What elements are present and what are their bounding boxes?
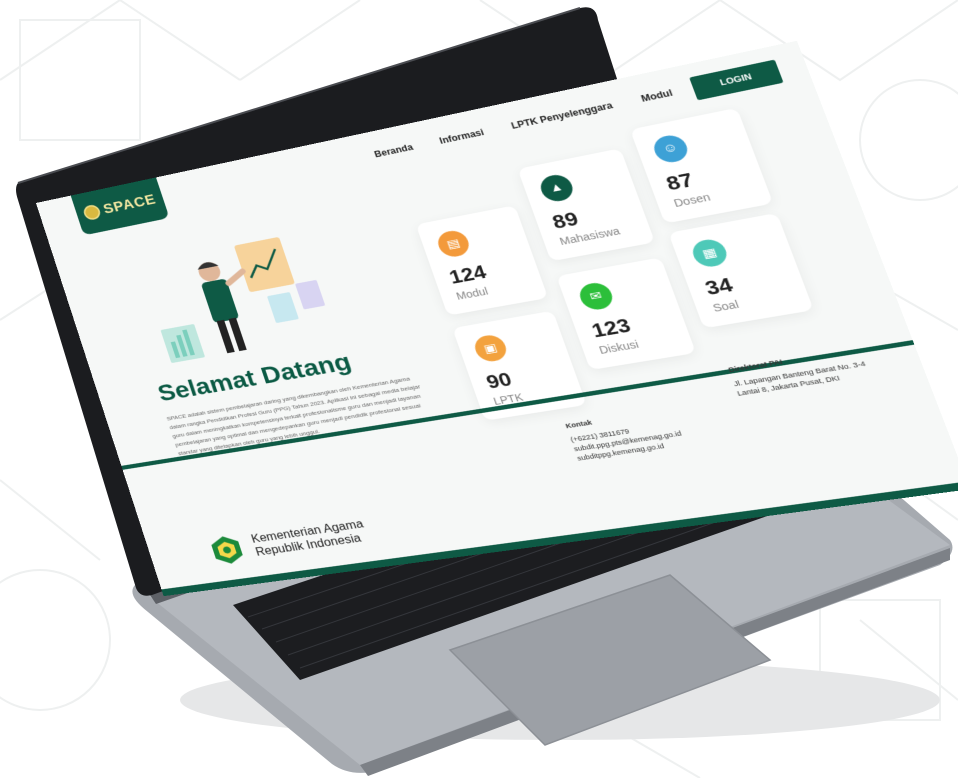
- graduation-cap-icon: ▲: [537, 172, 577, 204]
- direktorat-section: Direktorat PAI Jl. Lapangan Banteng Bara…: [727, 341, 896, 399]
- ministry-branding: Kementerian Agama Republik Indonesia: [206, 515, 371, 567]
- stat-card-mahasiswa[interactable]: ▲ 89 Mahasiswa: [517, 148, 656, 262]
- nav-link-lptk[interactable]: LPTK Penyelenggara: [510, 100, 614, 131]
- logo-text: SPACE: [101, 191, 158, 217]
- emblem-icon: [81, 203, 102, 222]
- stat-card-diskusi[interactable]: ✉ 123 Diskusi: [556, 257, 696, 371]
- nav-link-modul[interactable]: Modul: [640, 88, 674, 104]
- discussion-icon: ✉: [576, 280, 617, 312]
- stat-value: 123: [588, 313, 634, 342]
- teacher-icon: ☺: [650, 132, 692, 165]
- book-icon: ▤: [434, 228, 473, 259]
- login-button[interactable]: LOGIN: [689, 59, 784, 101]
- kemenag-logo-icon: [209, 534, 245, 566]
- stat-value: 87: [662, 168, 697, 195]
- stat-label: Modul: [454, 285, 490, 302]
- stat-value: 124: [446, 260, 489, 289]
- nav-link-informasi[interactable]: Informasi: [438, 127, 485, 146]
- quiz-icon: ▦: [688, 237, 731, 270]
- nav-link-beranda[interactable]: Beranda: [373, 142, 414, 159]
- hero-illustration: [160, 236, 326, 364]
- stat-card-modul[interactable]: ▤ 124 Modul: [415, 205, 549, 316]
- stat-value: 89: [549, 207, 582, 234]
- stat-card-dosen[interactable]: ☺ 87 Dosen: [629, 107, 774, 224]
- stat-value: 34: [701, 273, 736, 300]
- contact-section: Kontak (+6221) 3811679 subdit.ppg.pts@ke…: [564, 395, 754, 463]
- stat-label: Soal: [711, 298, 741, 315]
- stat-card-soal[interactable]: ▦ 34 Soal: [668, 212, 814, 329]
- institution-icon: ▣: [471, 333, 510, 364]
- ministry-name: Kementerian Agama Republik Indonesia: [250, 517, 370, 559]
- stat-value: 90: [483, 367, 515, 393]
